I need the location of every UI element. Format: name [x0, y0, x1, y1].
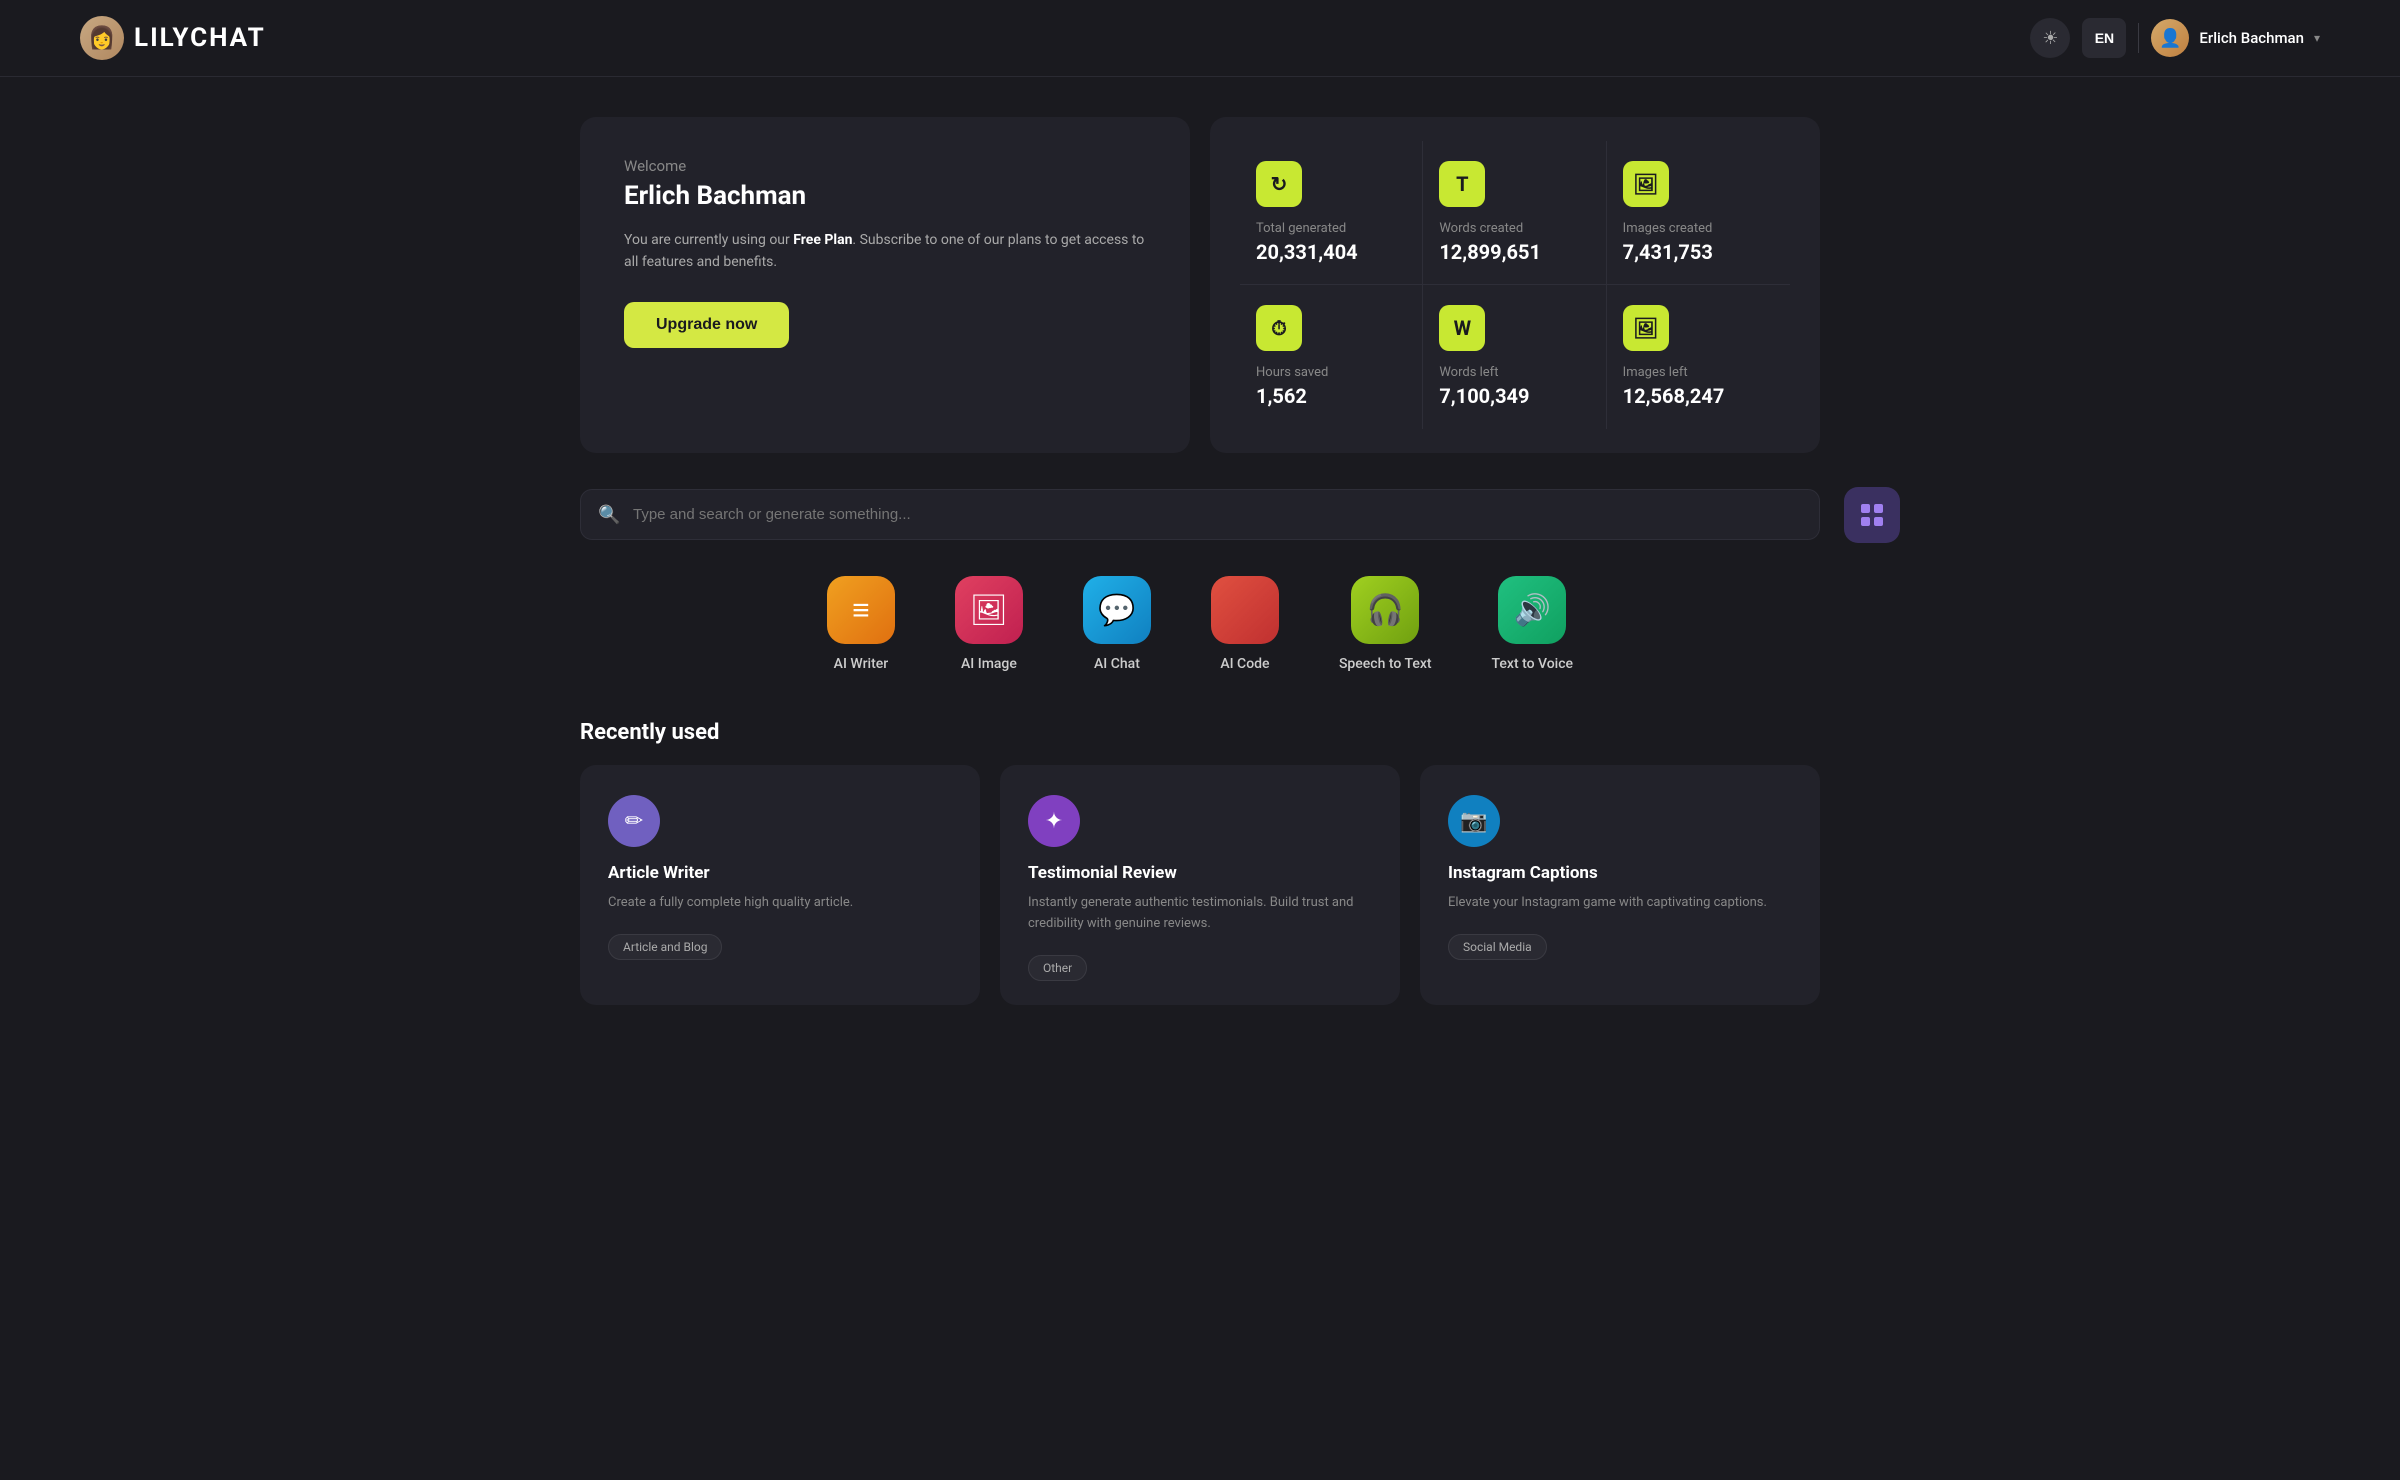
search-icon: 🔍 [598, 504, 620, 525]
stat-item: ↻ Total generated 20,331,404 [1240, 141, 1423, 285]
grid-icon [1858, 501, 1886, 529]
stat-value: 7,431,753 [1623, 240, 1774, 264]
testimonial-review-tag: Other [1028, 955, 1087, 981]
instagram-captions-icon: 📷 [1448, 795, 1500, 847]
recently-used-title: Recently used [580, 720, 1820, 745]
instagram-captions-title: Instagram Captions [1448, 863, 1792, 883]
stat-item: W Words left 7,100,349 [1423, 285, 1606, 429]
logo-area: 👩 LILYCHAT [80, 16, 266, 60]
text-to-voice-label: Text to Voice [1492, 656, 1574, 672]
feature-item-ai-code[interactable]: AI Code [1211, 576, 1279, 672]
welcome-name: Erlich Bachman [624, 181, 1146, 211]
upgrade-now-button[interactable]: Upgrade now [624, 302, 789, 348]
ai-image-label: AI Image [961, 656, 1017, 672]
stat-icon: W [1439, 305, 1485, 351]
sun-icon: ☀ [2042, 28, 2058, 49]
welcome-label: Welcome [624, 157, 1146, 175]
user-menu[interactable]: 👤 Erlich Bachman ▾ [2151, 19, 2320, 57]
instagram-captions-tag: Social Media [1448, 934, 1547, 960]
stat-label: Words created [1439, 221, 1589, 236]
ai-chat-label: AI Chat [1094, 656, 1140, 672]
recent-card-instagram-captions[interactable]: 📷 Instagram Captions Elevate your Instag… [1420, 765, 1820, 1005]
features-row: ≡ AI Writer 🖼 AI Image 💬 AI Chat AI Code… [580, 576, 1820, 672]
article-writer-desc: Create a fully complete high quality art… [608, 893, 952, 914]
testimonial-review-title: Testimonial Review [1028, 863, 1372, 883]
text-to-voice-icon: 🔊 [1498, 576, 1566, 644]
stat-label: Hours saved [1256, 365, 1406, 380]
stat-value: 20,331,404 [1256, 240, 1406, 264]
logo-text: LILYCHAT [134, 23, 266, 53]
ai-code-label: AI Code [1220, 656, 1269, 672]
article-writer-icon: ✏ [608, 795, 660, 847]
stat-item: ⏱ Hours saved 1,562 [1240, 285, 1423, 429]
stat-icon: T [1439, 161, 1485, 207]
feature-item-text-to-voice[interactable]: 🔊 Text to Voice [1492, 576, 1574, 672]
testimonial-review-icon: ✦ [1028, 795, 1080, 847]
stat-value: 12,899,651 [1439, 240, 1589, 264]
search-input[interactable] [580, 489, 1820, 540]
header-divider [2138, 23, 2139, 53]
search-area: 🔍 [580, 489, 1820, 540]
stats-card: ↻ Total generated 20,331,404 T Words cre… [1210, 117, 1820, 453]
recent-cards-grid: ✏ Article Writer Create a fully complete… [580, 765, 1820, 1005]
welcome-desc: You are currently using our Free Plan. S… [624, 229, 1146, 274]
stat-item: 🖼 Images left 12,568,247 [1607, 285, 1790, 429]
chevron-down-icon: ▾ [2314, 31, 2320, 45]
language-selector-button[interactable]: EN [2082, 18, 2126, 58]
header: 👩 LILYCHAT ☀ EN 👤 Erlich Bachman ▾ [0, 0, 2400, 77]
ai-writer-icon: ≡ [827, 576, 895, 644]
stat-item: T Words created 12,899,651 [1423, 141, 1606, 285]
speech-to-text-icon: 🎧 [1351, 576, 1419, 644]
stat-label: Words left [1439, 365, 1589, 380]
header-right: ☀ EN 👤 Erlich Bachman ▾ [2030, 18, 2320, 58]
stat-icon: 🖼 [1623, 161, 1669, 207]
welcome-card: Welcome Erlich Bachman You are currently… [580, 117, 1190, 453]
feature-item-speech-to-text[interactable]: 🎧 Speech to Text [1339, 576, 1432, 672]
user-name-label: Erlich Bachman [2199, 29, 2304, 47]
feature-item-ai-writer[interactable]: ≡ AI Writer [827, 576, 895, 672]
recent-card-testimonial-review[interactable]: ✦ Testimonial Review Instantly generate … [1000, 765, 1400, 1005]
stat-icon: 🖼 [1623, 305, 1669, 351]
stat-label: Images left [1623, 365, 1774, 380]
main-content: Welcome Erlich Bachman You are currently… [500, 77, 1900, 1045]
ai-writer-label: AI Writer [834, 656, 889, 672]
stat-value: 1,562 [1256, 384, 1406, 408]
ai-code-icon [1211, 576, 1279, 644]
stat-value: 7,100,349 [1439, 384, 1589, 408]
stat-icon: ↻ [1256, 161, 1302, 207]
stat-icon: ⏱ [1256, 305, 1302, 351]
speech-to-text-label: Speech to Text [1339, 656, 1432, 672]
top-cards-row: Welcome Erlich Bachman You are currently… [580, 117, 1820, 453]
recently-used-section: Recently used ✏ Article Writer Create a … [580, 720, 1820, 1005]
ai-chat-icon: 💬 [1083, 576, 1151, 644]
welcome-desc-prefix: You are currently using our [624, 232, 793, 248]
stat-label: Images created [1623, 221, 1774, 236]
stat-label: Total generated [1256, 221, 1406, 236]
ai-image-icon: 🖼 [955, 576, 1023, 644]
stat-item: 🖼 Images created 7,431,753 [1607, 141, 1790, 285]
instagram-captions-desc: Elevate your Instagram game with captiva… [1448, 893, 1792, 914]
feature-item-ai-image[interactable]: 🖼 AI Image [955, 576, 1023, 672]
avatar: 👤 [2151, 19, 2189, 57]
stat-value: 12,568,247 [1623, 384, 1774, 408]
article-writer-tag: Article and Blog [608, 934, 722, 960]
theme-toggle-button[interactable]: ☀ [2030, 18, 2070, 58]
plan-label: Free Plan [793, 232, 852, 248]
testimonial-review-desc: Instantly generate authentic testimonial… [1028, 893, 1372, 935]
article-writer-title: Article Writer [608, 863, 952, 883]
recent-card-article-writer[interactable]: ✏ Article Writer Create a fully complete… [580, 765, 980, 1005]
logo-avatar-icon: 👩 [80, 16, 124, 60]
feature-item-ai-chat[interactable]: 💬 AI Chat [1083, 576, 1151, 672]
grid-view-button[interactable] [1844, 487, 1900, 543]
